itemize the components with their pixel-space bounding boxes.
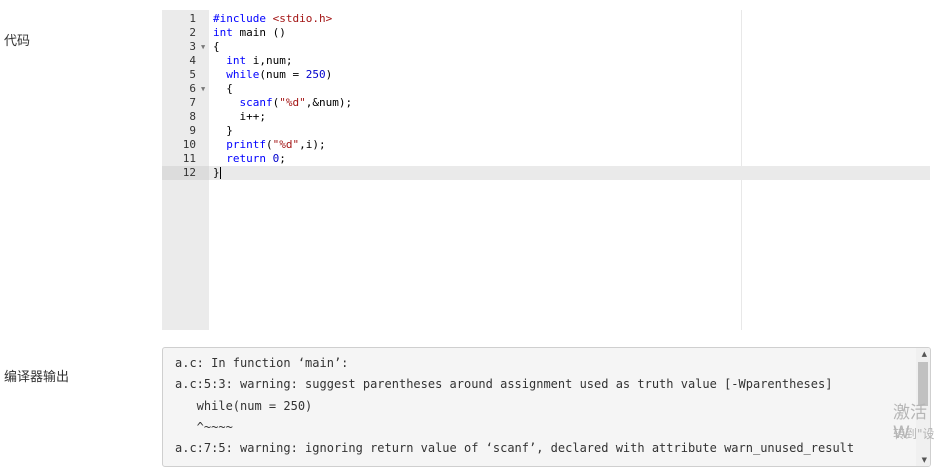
scroll-down-icon[interactable]: ▼ bbox=[922, 456, 927, 464]
code-line[interactable]: 11 return 0; bbox=[162, 152, 930, 166]
code-text: #include <stdio.h> bbox=[213, 12, 333, 25]
code-text: } bbox=[213, 166, 221, 179]
code-line[interactable]: 12} bbox=[162, 166, 930, 180]
code-line[interactable]: 2 int main () bbox=[162, 26, 930, 40]
line-number-text: 11 bbox=[182, 152, 196, 165]
code-line[interactable]: 9 } bbox=[162, 124, 930, 138]
compiler-output-label: 编译器输出 bbox=[4, 370, 70, 385]
output-line: a.c:5:3: warning: suggest parentheses ar… bbox=[175, 377, 833, 391]
code-text: int main () bbox=[213, 26, 286, 39]
output-line: while(num = 250) bbox=[175, 399, 313, 413]
code-line[interactable]: 5 while(num = 250) bbox=[162, 68, 930, 82]
caret-down-icon[interactable]: ▼ bbox=[201, 40, 205, 54]
line-number: 1 bbox=[162, 12, 209, 26]
line-number: 5 bbox=[162, 68, 209, 82]
line-number: 7 bbox=[162, 96, 209, 110]
line-number: 11 bbox=[162, 152, 209, 166]
code-text: i++; bbox=[213, 110, 266, 123]
line-number: 12 bbox=[162, 166, 209, 180]
line-number: 8 bbox=[162, 110, 209, 124]
code-label: 代码 bbox=[4, 34, 31, 49]
line-number: 10 bbox=[162, 138, 209, 152]
code-line[interactable]: 10 printf("%d",i); bbox=[162, 138, 930, 152]
line-number: 9 bbox=[162, 124, 209, 138]
code-text: scanf("%d",&num); bbox=[239, 96, 353, 109]
line-number: 2 bbox=[162, 26, 209, 40]
code-text: return 0; bbox=[226, 152, 286, 165]
output-line: ^~~~~ bbox=[175, 420, 233, 434]
code-line[interactable]: 8 i++; bbox=[162, 110, 930, 124]
line-number-text: 3 bbox=[189, 40, 196, 53]
code-text: } bbox=[213, 124, 233, 137]
line-number-text: 5 bbox=[189, 68, 196, 81]
line-number-text: 1 bbox=[189, 12, 196, 25]
code-line[interactable]: 1 #include <stdio.h> bbox=[162, 12, 930, 26]
code-line[interactable]: 6 ▼ { bbox=[162, 82, 930, 96]
line-number-text: 8 bbox=[189, 110, 196, 123]
line-number-text: 6 bbox=[189, 82, 196, 95]
code-text: { bbox=[213, 40, 220, 53]
code-text: while(num = 250) bbox=[226, 68, 333, 81]
output-line: a.c:7:5: warning: ignoring return value … bbox=[175, 441, 855, 455]
line-number-text: 7 bbox=[189, 96, 196, 109]
caret-down-icon[interactable]: ▼ bbox=[201, 82, 205, 96]
code-text: { bbox=[213, 82, 233, 95]
code-line[interactable]: 7 scanf("%d",&num); bbox=[162, 96, 930, 110]
activation-watermark-subtitle: 转到"设 bbox=[893, 427, 935, 441]
text-cursor bbox=[219, 167, 221, 179]
code-editor[interactable]: 1 #include <stdio.h> 2 int main () 3 ▼{4 int … bbox=[162, 10, 930, 330]
line-number-text: 9 bbox=[189, 124, 196, 137]
line-number: 6 ▼ bbox=[162, 82, 209, 96]
code-text: printf("%d",i); bbox=[226, 138, 326, 151]
code-line[interactable]: 4 int i,num; bbox=[162, 54, 930, 68]
line-number-text: 4 bbox=[189, 54, 196, 67]
line-number-text: 2 bbox=[189, 26, 196, 39]
line-number-text: 12 bbox=[182, 166, 196, 179]
compiler-output-panel[interactable]: a.c: In function ‘main’: a.c:5:3: warnin… bbox=[162, 347, 931, 467]
line-number-text: 10 bbox=[182, 138, 196, 151]
line-number: 4 bbox=[162, 54, 209, 68]
output-line: a.c: In function ‘main’: bbox=[175, 356, 349, 370]
scroll-up-icon[interactable]: ▲ bbox=[922, 350, 927, 358]
code-text: int i,num; bbox=[226, 54, 293, 67]
line-number: 3 ▼ bbox=[162, 40, 209, 54]
code-line[interactable]: 3 ▼{ bbox=[162, 40, 930, 54]
